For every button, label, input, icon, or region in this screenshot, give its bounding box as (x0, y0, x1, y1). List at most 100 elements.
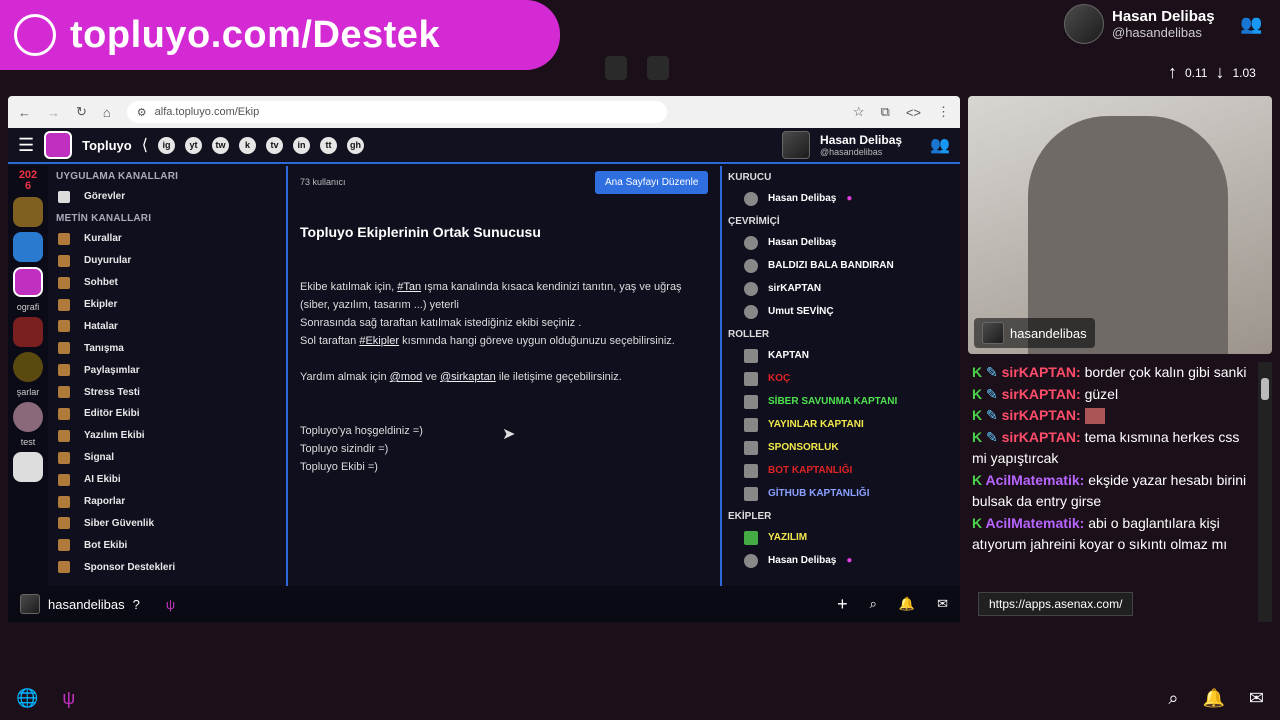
site-info-icon[interactable]: ⚙ (137, 106, 147, 119)
avatar[interactable] (20, 594, 40, 614)
topluyo-server-icon[interactable] (13, 267, 43, 297)
home-icon[interactable]: ⌂ (103, 105, 111, 120)
topluyo-logo-icon[interactable]: ψ (62, 688, 75, 709)
role-item[interactable]: SİBER SAVUNMA KAPTANI (724, 390, 960, 413)
team-item[interactable]: YAZILIM (724, 526, 960, 549)
chat-username[interactable]: sirKAPTAN: (1002, 386, 1081, 402)
forward-icon[interactable]: → (47, 105, 60, 120)
notification-bell-icon[interactable]: 🔔 (899, 596, 915, 612)
github-icon[interactable]: gh (346, 136, 364, 154)
tiktok-icon[interactable]: tt (319, 136, 337, 154)
twitch-icon[interactable]: tv (265, 136, 283, 154)
role-icon (744, 463, 758, 478)
text-channels-header: METİN KANALLARI (56, 212, 152, 224)
chat-username[interactable]: sirKAPTAN: (1002, 407, 1081, 423)
member-item[interactable]: Umut SEVİNÇ (724, 300, 960, 323)
topluyo-logo-icon[interactable] (44, 131, 73, 159)
member-item[interactable]: BALDIZI BALA BANDIRAN (724, 254, 960, 277)
channel-item[interactable]: Raporlar (48, 491, 286, 513)
role-item[interactable]: BOT KAPTANLIĞI (724, 459, 960, 482)
member-item[interactable]: Hasan Delibaş (724, 231, 960, 254)
mention-mod[interactable]: @mod (390, 371, 423, 383)
address-bar[interactable]: ⚙ alfa.topluyo.com/Ekip (126, 101, 667, 123)
people-icon[interactable]: 👥 (1240, 14, 1262, 35)
search-icon[interactable]: ⌕ (1168, 688, 1178, 709)
hamburger-icon[interactable]: ☰ (18, 135, 34, 156)
back-icon[interactable]: ← (18, 105, 31, 120)
chat-scrollbar[interactable] (1258, 362, 1272, 622)
app-header: ☰ Topluyo ⟨ ig yt tw k tv in tt gh Hasan… (8, 128, 960, 164)
channel-item[interactable]: Tanışma (48, 337, 286, 359)
topluyo-logo-icon[interactable]: ψ (166, 597, 175, 612)
chat-panel: K ✎ sirKAPTAN: border çok kalın gibi san… (968, 362, 1256, 622)
chat-username[interactable]: AcilMatematik: (985, 515, 1084, 531)
youtube-icon[interactable]: yt (184, 136, 202, 154)
channel-item[interactable]: Hatalar (48, 315, 286, 337)
channel-item[interactable]: Signal (48, 447, 286, 469)
globe-icon[interactable]: 🌐 (16, 688, 38, 709)
mail-icon[interactable]: ✉ (1249, 688, 1264, 709)
star-icon[interactable]: ☆ (853, 104, 865, 120)
channel-item[interactable]: Editör Ekibi (48, 403, 286, 425)
member-item[interactable]: sirKAPTAN (724, 277, 960, 300)
members-icon[interactable]: 👥 (930, 135, 950, 155)
twitter-icon[interactable]: tw (211, 136, 229, 154)
channel-item[interactable]: Sohbet (48, 272, 286, 294)
channel-item[interactable]: Görevler (48, 186, 286, 208)
extensions-icon[interactable]: ⧉ (881, 104, 890, 120)
linkedin-icon[interactable]: in (292, 136, 310, 154)
channel-icon (58, 298, 70, 311)
notification-bell-icon[interactable]: 🔔 (1202, 688, 1224, 709)
chat-username[interactable]: sirKAPTAN: (1002, 429, 1081, 445)
add-icon[interactable]: + (837, 594, 848, 615)
channel-icon (58, 364, 70, 377)
channel-link-tan[interactable]: #Tan (397, 281, 421, 293)
channel-item[interactable]: Siber Güvenlik (48, 512, 286, 534)
server-icon[interactable] (13, 232, 43, 262)
server-icon[interactable] (13, 317, 43, 347)
avatar (744, 191, 758, 206)
upload-speed: 0.11 (1185, 65, 1208, 80)
channel-item[interactable]: Paylaşımlar (48, 359, 286, 381)
role-item[interactable]: KOÇ (724, 367, 960, 390)
chat-username[interactable]: sirKAPTAN: (1002, 364, 1081, 380)
member-item[interactable]: Hasan Delibaş ● (724, 187, 960, 210)
channel-item[interactable]: Sponsor Destekleri (48, 556, 286, 578)
mouse-cursor-icon: ➤ (502, 426, 516, 443)
server-icon[interactable] (13, 402, 43, 432)
mention-sirkaptan[interactable]: @sirkaptan (440, 371, 496, 383)
role-item[interactable]: YAYINLAR KAPTANI (724, 413, 960, 436)
channel-list: UYGULAMA KANALLARI Görevler METİN KANALL… (48, 166, 288, 586)
channel-item[interactable]: Stress Testi (48, 381, 286, 403)
channel-item[interactable]: Yazılım Ekibi (48, 425, 286, 447)
channel-item[interactable]: Kurallar (48, 228, 286, 250)
channel-item[interactable]: Ekipler (48, 294, 286, 316)
kick-icon[interactable]: k (238, 136, 256, 154)
chat-username[interactable]: AcilMatematik: (985, 472, 1084, 488)
server-icon[interactable] (13, 452, 43, 482)
role-item[interactable]: KAPTAN (724, 344, 960, 367)
role-item[interactable]: SPONSORLUK (724, 436, 960, 459)
member-item[interactable]: Hasan Delibaş ● (724, 549, 960, 572)
devtools-icon[interactable]: <> (906, 105, 921, 120)
menu-dots-icon[interactable]: ⋮ (937, 104, 950, 120)
mail-icon[interactable]: ✉ (937, 596, 948, 612)
server-icon[interactable] (13, 352, 43, 382)
search-icon[interactable]: ⌕ (870, 596, 877, 612)
main-content: 73 kullanıcı Ana Sayfayı Düzenle Topluyo… (290, 166, 722, 586)
channel-item[interactable]: Bot Ekibi (48, 534, 286, 556)
share-icon[interactable]: ⟨ (142, 135, 148, 155)
help-icon[interactable]: ? (133, 597, 140, 612)
server-rail: 2026 ografi şarlar test (8, 166, 48, 586)
channel-item[interactable]: AI Ekibi (48, 469, 286, 491)
channel-item[interactable]: Duyurular (48, 250, 286, 272)
mod-sword-icon: ✎ (986, 407, 1002, 423)
role-item[interactable]: GİTHUB KAPTANLIĞI (724, 482, 960, 505)
reload-icon[interactable]: ↻ (76, 104, 87, 120)
avatar[interactable] (782, 131, 811, 159)
rail-label: test (20, 437, 36, 447)
channel-link-ekipler[interactable]: #Ekipler (359, 335, 399, 347)
instagram-icon[interactable]: ig (157, 136, 175, 154)
server-icon[interactable] (13, 197, 43, 227)
edit-homepage-button[interactable]: Ana Sayfayı Düzenle (595, 171, 709, 194)
